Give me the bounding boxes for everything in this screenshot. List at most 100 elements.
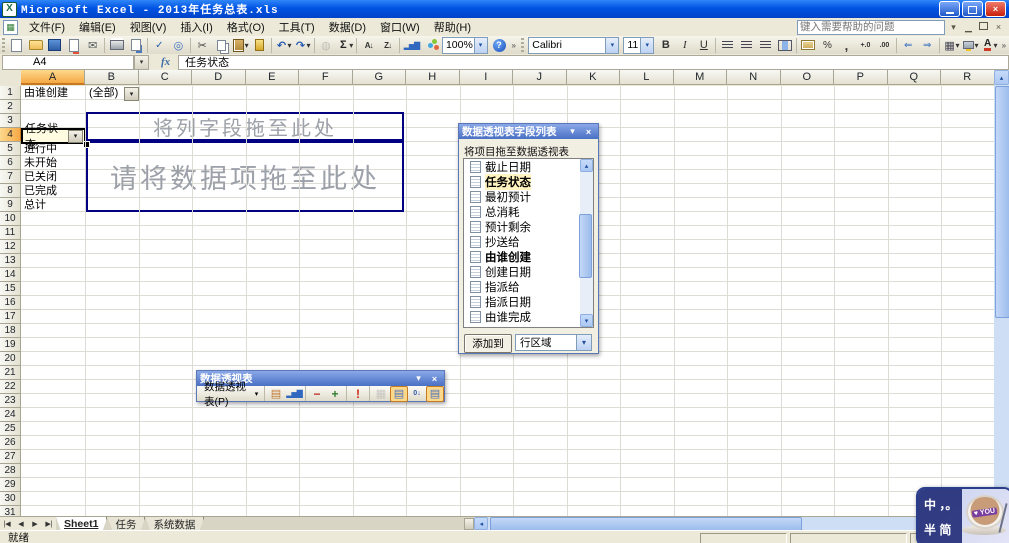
ime-toolbar-widget[interactable]: YOU 中 ，。 半 简	[916, 487, 1009, 543]
toolbar-options-icon[interactable]: »	[509, 41, 519, 50]
menu-item-9[interactable]: 帮助(H)	[427, 20, 478, 36]
dropdown-arrow-icon[interactable]	[976, 39, 979, 51]
row-header-24[interactable]: 24	[0, 408, 21, 422]
size-dropdown-icon[interactable]: ▾	[640, 38, 653, 53]
row-header-31[interactable]: 31	[0, 506, 21, 516]
show-field-list-button[interactable]	[426, 386, 444, 402]
field-item-4[interactable]: 总消耗	[464, 204, 593, 219]
help-button[interactable]: ?	[490, 36, 509, 54]
formula-input[interactable]: 任务状态	[178, 55, 1009, 70]
column-header-B[interactable]: B	[85, 70, 139, 85]
scroll-left-icon[interactable]: ◂	[474, 517, 488, 530]
menu-item-2[interactable]: 编辑(E)	[72, 20, 123, 36]
align-left-button[interactable]	[718, 36, 737, 54]
italic-button[interactable]	[675, 36, 694, 54]
field-item-3[interactable]: 最初预计	[464, 189, 593, 204]
field-list-menu-dropdown-icon[interactable]: ▾	[566, 126, 579, 138]
drawing-button[interactable]	[421, 36, 440, 54]
font-dropdown-icon[interactable]: ▾	[605, 38, 618, 53]
row-header-11[interactable]: 11	[0, 226, 21, 240]
column-header-P[interactable]: P	[834, 70, 888, 85]
font-size-combo[interactable]: 11 ▾	[623, 37, 654, 54]
row-header-5[interactable]: 5	[0, 142, 21, 156]
paste-button[interactable]	[231, 36, 250, 54]
horizontal-scroll-thumb[interactable]	[490, 517, 802, 531]
field-list-close-icon[interactable]: ×	[582, 126, 595, 138]
sort-asc-button[interactable]	[359, 36, 378, 54]
show-detail-button[interactable]	[326, 386, 344, 402]
menu-item-1[interactable]: 文件(F)	[22, 20, 72, 36]
fill-color-button[interactable]	[961, 36, 980, 54]
scroll-up-icon[interactable]: ▴	[994, 70, 1009, 85]
row-header-13[interactable]: 13	[0, 254, 21, 268]
row-header-15[interactable]: 15	[0, 282, 21, 296]
permission-button[interactable]	[64, 36, 83, 54]
hyperlink-button[interactable]	[316, 36, 335, 54]
area-select-dropdown-icon[interactable]: ▾	[576, 335, 591, 350]
row-header-19[interactable]: 19	[0, 338, 21, 352]
row-header-30[interactable]: 30	[0, 492, 21, 506]
menu-item-6[interactable]: 工具(T)	[272, 20, 322, 36]
dropdown-arrow-icon[interactable]	[350, 39, 353, 51]
column-header-J[interactable]: J	[513, 70, 567, 85]
cell-A6[interactable]: 未开始	[22, 156, 57, 170]
currency-button[interactable]	[799, 36, 818, 54]
ime-mode-panel[interactable]: 中 ，。 半 简	[918, 489, 962, 543]
menu-item-5[interactable]: 格式(O)	[220, 20, 272, 36]
workbook-close-button[interactable]: ×	[992, 22, 1005, 32]
merge-center-button[interactable]	[775, 36, 794, 54]
close-button[interactable]: ×	[985, 1, 1006, 17]
row-header-18[interactable]: 18	[0, 324, 21, 338]
field-list-scroll-up-icon[interactable]: ▴	[580, 159, 593, 172]
column-header-R[interactable]: R	[941, 70, 995, 85]
column-header-F[interactable]: F	[299, 70, 353, 85]
hide-detail-button[interactable]	[308, 386, 326, 402]
restore-button[interactable]	[962, 1, 983, 17]
always-display-items-button[interactable]	[390, 386, 408, 402]
previous-sheet-icon[interactable]: ◀	[14, 517, 28, 531]
column-header-Q[interactable]: Q	[888, 70, 942, 85]
column-header-E[interactable]: E	[246, 70, 300, 85]
field-list-scroll-down-icon[interactable]: ▾	[580, 314, 593, 327]
column-header-I[interactable]: I	[460, 70, 514, 85]
spelling-button[interactable]	[150, 36, 169, 54]
page-field-dropdown-icon[interactable]: ▾	[124, 87, 139, 101]
open-button[interactable]	[26, 36, 45, 54]
row-header-10[interactable]: 10	[0, 212, 21, 226]
row-header-25[interactable]: 25	[0, 422, 21, 436]
field-item-8[interactable]: 创建日期	[464, 264, 593, 279]
zoom-dropdown-icon[interactable]: ▾	[474, 38, 487, 53]
align-center-button[interactable]	[737, 36, 756, 54]
cell-A7[interactable]: 已关闭	[22, 170, 57, 184]
column-header-G[interactable]: G	[353, 70, 407, 85]
name-box[interactable]: A4	[2, 55, 134, 70]
row-header-3[interactable]: 3	[0, 114, 21, 128]
row-header-22[interactable]: 22	[0, 380, 21, 394]
menu-item-3[interactable]: 视图(V)	[123, 20, 174, 36]
ime-mode-row2[interactable]: 半 简	[924, 521, 962, 538]
comma-button[interactable]	[837, 36, 856, 54]
row-header-12[interactable]: 12	[0, 240, 21, 254]
row-header-8[interactable]: 8	[0, 184, 21, 198]
row-header-21[interactable]: 21	[0, 366, 21, 380]
dropdown-arrow-icon[interactable]	[246, 39, 249, 51]
copy-button[interactable]	[212, 36, 231, 54]
row-header-7[interactable]: 7	[0, 170, 21, 184]
row-header-4[interactable]: 4	[0, 128, 21, 142]
toolbar-grip[interactable]	[2, 38, 5, 52]
underline-button[interactable]	[694, 36, 713, 54]
menu-item-8[interactable]: 窗口(W)	[373, 20, 427, 36]
column-header-D[interactable]: D	[192, 70, 246, 85]
help-question-input[interactable]	[797, 20, 945, 35]
sheet-tab-2[interactable]: 任务	[107, 517, 145, 531]
increase-decimal-button[interactable]	[856, 36, 875, 54]
cut-button[interactable]	[193, 36, 212, 54]
include-hidden-button[interactable]	[372, 386, 390, 402]
column-header-K[interactable]: K	[567, 70, 621, 85]
sort-desc-button[interactable]	[378, 36, 397, 54]
last-sheet-icon[interactable]: ▶|	[42, 517, 56, 531]
percent-button[interactable]	[818, 36, 837, 54]
font-name-combo[interactable]: Calibri ▾	[528, 37, 619, 54]
field-item-11[interactable]: 由谁完成	[464, 309, 593, 324]
row-header-26[interactable]: 26	[0, 436, 21, 450]
